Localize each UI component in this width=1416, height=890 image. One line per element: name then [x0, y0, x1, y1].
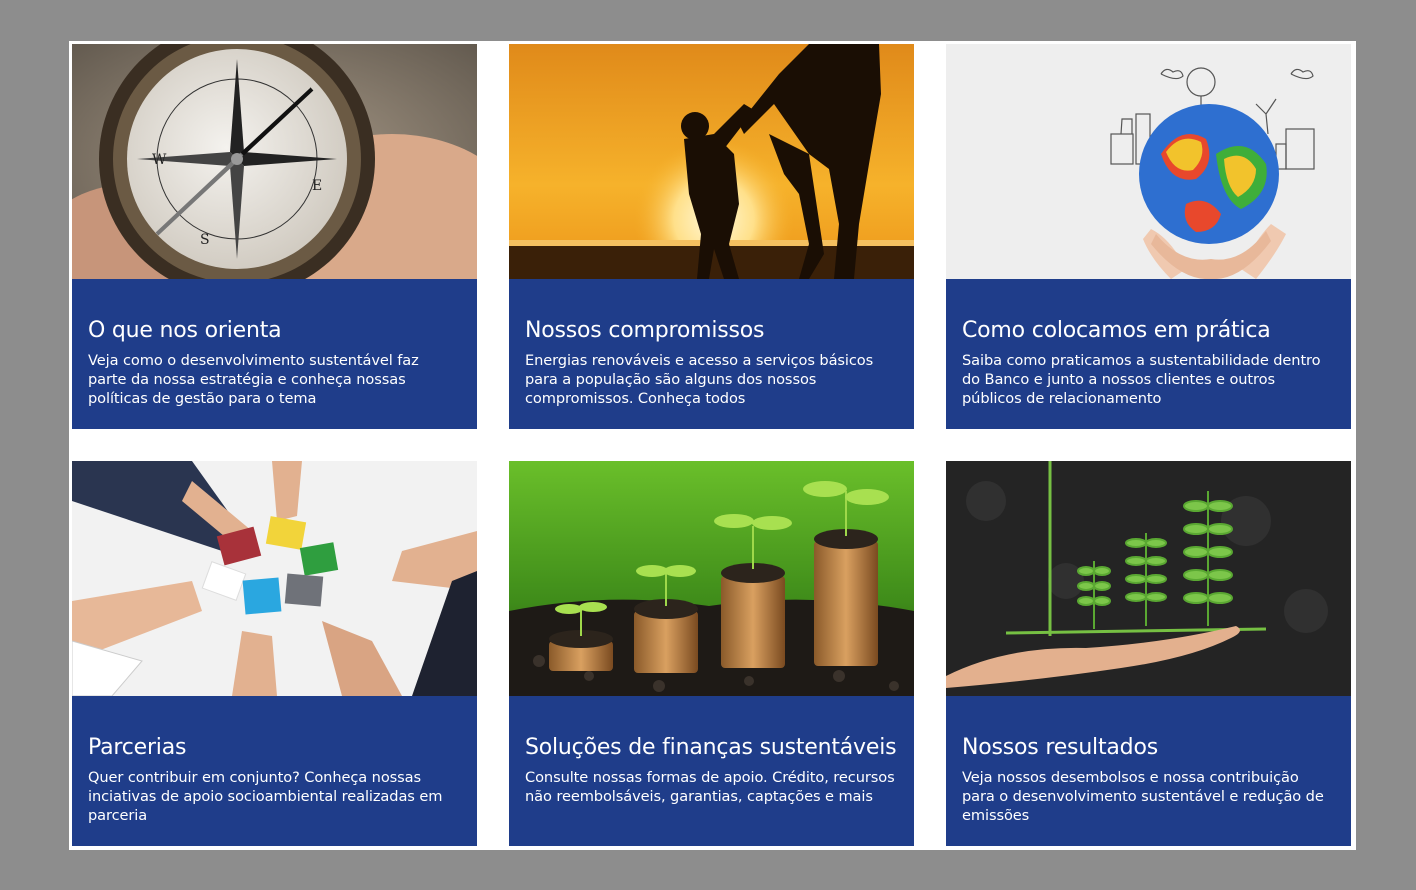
coins-sprouts-photo-icon: [509, 461, 914, 696]
card-description: Veja como o desenvolvimento sustentável …: [88, 352, 419, 407]
svg-text:W: W: [152, 152, 167, 168]
puzzle-hands-photo-icon: [72, 461, 477, 696]
card-nossos-resultados[interactable]: Nossos resultados Veja nossos desembolso…: [946, 461, 1351, 846]
card-description: Saiba como praticamos a sustentabilidade…: [962, 352, 1321, 407]
card-title: Parcerias: [88, 735, 187, 760]
card-description: Consulte nossas formas de apoio. Crédito…: [525, 769, 895, 805]
card-title: O que nos orienta: [88, 318, 282, 343]
globe-hands-photo-icon: [946, 44, 1351, 279]
svg-text:E: E: [312, 178, 322, 194]
card-description: Veja nossos desembolsos e nossa contribu…: [962, 769, 1324, 824]
cards-frame: W E S O que nos orienta Veja como o dese…: [69, 41, 1356, 850]
card-title: Soluções de finanças sustentáveis: [525, 735, 897, 760]
card-title: Nossos compromissos: [525, 318, 765, 343]
compass-photo-icon: W E S: [72, 44, 477, 279]
plant-growth-chart-photo-icon: [946, 461, 1351, 696]
card-parcerias[interactable]: Parcerias Quer contribuir em conjunto? C…: [72, 461, 477, 846]
card-como-colocamos-em-pratica[interactable]: Como colocamos em prática Saiba como pra…: [946, 44, 1351, 429]
sunset-family-photo-icon: [509, 44, 914, 279]
card-nossos-compromissos[interactable]: Nossos compromissos Energias renováveis …: [509, 44, 914, 429]
card-description: Energias renováveis e acesso a serviços …: [525, 352, 874, 407]
svg-text:S: S: [200, 232, 210, 248]
card-o-que-nos-orienta[interactable]: W E S O que nos orienta Veja como o dese…: [72, 44, 477, 429]
card-title: Como colocamos em prática: [962, 318, 1271, 343]
card-description: Quer contribuir em conjunto? Conheça nos…: [88, 769, 443, 824]
card-solucoes-de-financas-sustentaveis[interactable]: Soluções de finanças sustentáveis Consul…: [509, 461, 914, 846]
card-title: Nossos resultados: [962, 735, 1158, 760]
